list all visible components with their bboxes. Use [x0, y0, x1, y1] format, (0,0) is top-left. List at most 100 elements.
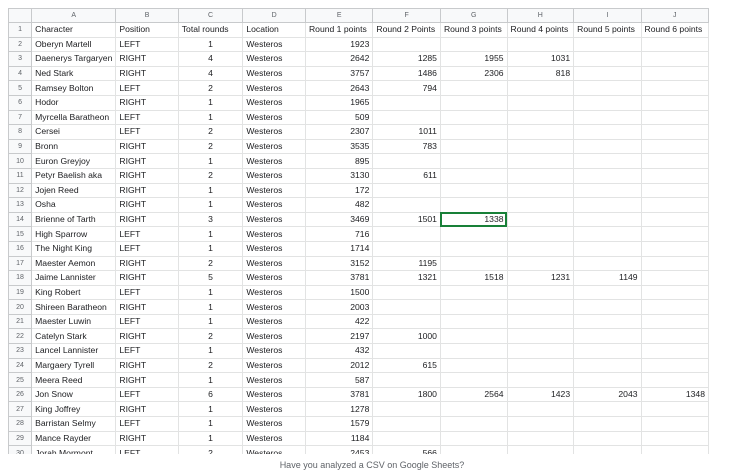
- cell[interactable]: RIGHT: [115, 372, 179, 388]
- cell[interactable]: 716: [304, 226, 374, 242]
- row-header[interactable]: 28: [8, 416, 33, 432]
- cell[interactable]: [506, 240, 575, 257]
- selected-cell[interactable]: 1338: [439, 211, 508, 228]
- cell[interactable]: [439, 197, 508, 213]
- row-header[interactable]: 17: [8, 255, 33, 272]
- cell[interactable]: King Joffrey: [31, 401, 117, 418]
- cell[interactable]: [573, 416, 642, 432]
- cell[interactable]: [439, 255, 508, 272]
- cell[interactable]: Jojen Reed: [31, 182, 117, 199]
- cell[interactable]: [439, 445, 508, 454]
- spreadsheet-grid[interactable]: ABCDEFGHIJ 1 Character Position Total round…: [8, 8, 709, 454]
- cell[interactable]: 1149: [573, 270, 642, 286]
- cell[interactable]: 5: [177, 270, 244, 286]
- cell[interactable]: 3130: [304, 167, 374, 184]
- column-header-h[interactable]: H: [506, 8, 575, 23]
- cell[interactable]: Westeros: [242, 255, 306, 272]
- cell[interactable]: [439, 36, 508, 53]
- cell[interactable]: 818: [506, 65, 575, 82]
- cell[interactable]: 3757: [304, 65, 374, 82]
- cell[interactable]: 1348: [640, 386, 709, 403]
- cell[interactable]: [640, 372, 709, 388]
- cell[interactable]: [439, 284, 508, 301]
- cell[interactable]: RIGHT: [115, 299, 179, 315]
- cell[interactable]: 2642: [304, 51, 374, 67]
- cell[interactable]: RIGHT: [115, 153, 179, 169]
- cell[interactable]: 1: [177, 372, 244, 388]
- cell[interactable]: [573, 197, 642, 213]
- cell[interactable]: [573, 343, 642, 359]
- cell[interactable]: [439, 430, 508, 447]
- cell[interactable]: [573, 153, 642, 169]
- cell[interactable]: [506, 80, 575, 96]
- cell[interactable]: [640, 153, 709, 169]
- cell[interactable]: RIGHT: [115, 65, 179, 82]
- cell[interactable]: Westeros: [242, 416, 306, 432]
- cell[interactable]: The Night King: [31, 240, 117, 257]
- cell[interactable]: 4: [177, 51, 244, 67]
- cell[interactable]: 2: [177, 138, 244, 155]
- cell[interactable]: 2012: [304, 357, 374, 374]
- cell[interactable]: [439, 124, 508, 140]
- cell[interactable]: 2: [177, 255, 244, 272]
- cell[interactable]: Jorah Mormont: [31, 445, 117, 454]
- cell[interactable]: Ned Stark: [31, 65, 117, 82]
- cell[interactable]: Maester Luwin: [31, 313, 117, 330]
- cell[interactable]: RIGHT: [115, 270, 179, 286]
- cell[interactable]: 1800: [372, 386, 441, 403]
- cell[interactable]: [439, 167, 508, 184]
- cell[interactable]: Westeros: [242, 211, 306, 228]
- cell[interactable]: 432: [304, 343, 374, 359]
- cell[interactable]: [372, 197, 441, 213]
- cell[interactable]: 783: [372, 138, 441, 155]
- cell[interactable]: [439, 80, 508, 96]
- cell[interactable]: [506, 255, 575, 272]
- cell[interactable]: [439, 416, 508, 432]
- cell[interactable]: RIGHT: [115, 430, 179, 447]
- cell[interactable]: Jon Snow: [31, 386, 117, 403]
- row-header[interactable]: 29: [8, 430, 33, 447]
- cell[interactable]: [640, 255, 709, 272]
- cell[interactable]: 1278: [304, 401, 374, 418]
- row-header[interactable]: 19: [8, 284, 33, 301]
- cell[interactable]: [640, 328, 709, 345]
- cell[interactable]: [640, 51, 709, 67]
- cell[interactable]: Westeros: [242, 109, 306, 126]
- cell[interactable]: Round 1 points: [304, 22, 374, 38]
- row-header[interactable]: 12: [8, 182, 33, 199]
- cell[interactable]: Meera Reed: [31, 372, 117, 388]
- cell[interactable]: [573, 182, 642, 199]
- cell[interactable]: Westeros: [242, 138, 306, 155]
- cell[interactable]: 1231: [506, 270, 575, 286]
- cell[interactable]: [573, 255, 642, 272]
- cell[interactable]: [573, 94, 642, 111]
- cell[interactable]: 3781: [304, 386, 374, 403]
- cell[interactable]: [640, 416, 709, 432]
- cell[interactable]: Westeros: [242, 270, 306, 286]
- cell[interactable]: Bronn: [31, 138, 117, 155]
- cell[interactable]: [640, 94, 709, 111]
- cell[interactable]: 422: [304, 313, 374, 330]
- cell[interactable]: 2043: [573, 386, 642, 403]
- cell[interactable]: Round 4 points: [506, 22, 575, 38]
- cell[interactable]: 1: [177, 284, 244, 301]
- cell[interactable]: Round 6 points: [640, 22, 709, 38]
- cell[interactable]: 2453: [304, 445, 374, 454]
- cell[interactable]: [372, 430, 441, 447]
- cell[interactable]: 2306: [439, 65, 508, 82]
- row-header[interactable]: 13: [8, 197, 33, 213]
- cell[interactable]: 1501: [372, 211, 441, 228]
- row-header[interactable]: 15: [8, 226, 33, 242]
- cell[interactable]: LEFT: [115, 80, 179, 96]
- cell[interactable]: [439, 299, 508, 315]
- cell[interactable]: [506, 182, 575, 199]
- cell[interactable]: [640, 226, 709, 242]
- cell[interactable]: 1: [177, 313, 244, 330]
- cell[interactable]: Petyr Baelish aka: [31, 167, 117, 184]
- cell[interactable]: [573, 80, 642, 96]
- cell[interactable]: Westeros: [242, 167, 306, 184]
- cell[interactable]: [640, 80, 709, 96]
- cell[interactable]: 1184: [304, 430, 374, 447]
- cell[interactable]: 3469: [304, 211, 374, 228]
- row-header[interactable]: 20: [8, 299, 33, 315]
